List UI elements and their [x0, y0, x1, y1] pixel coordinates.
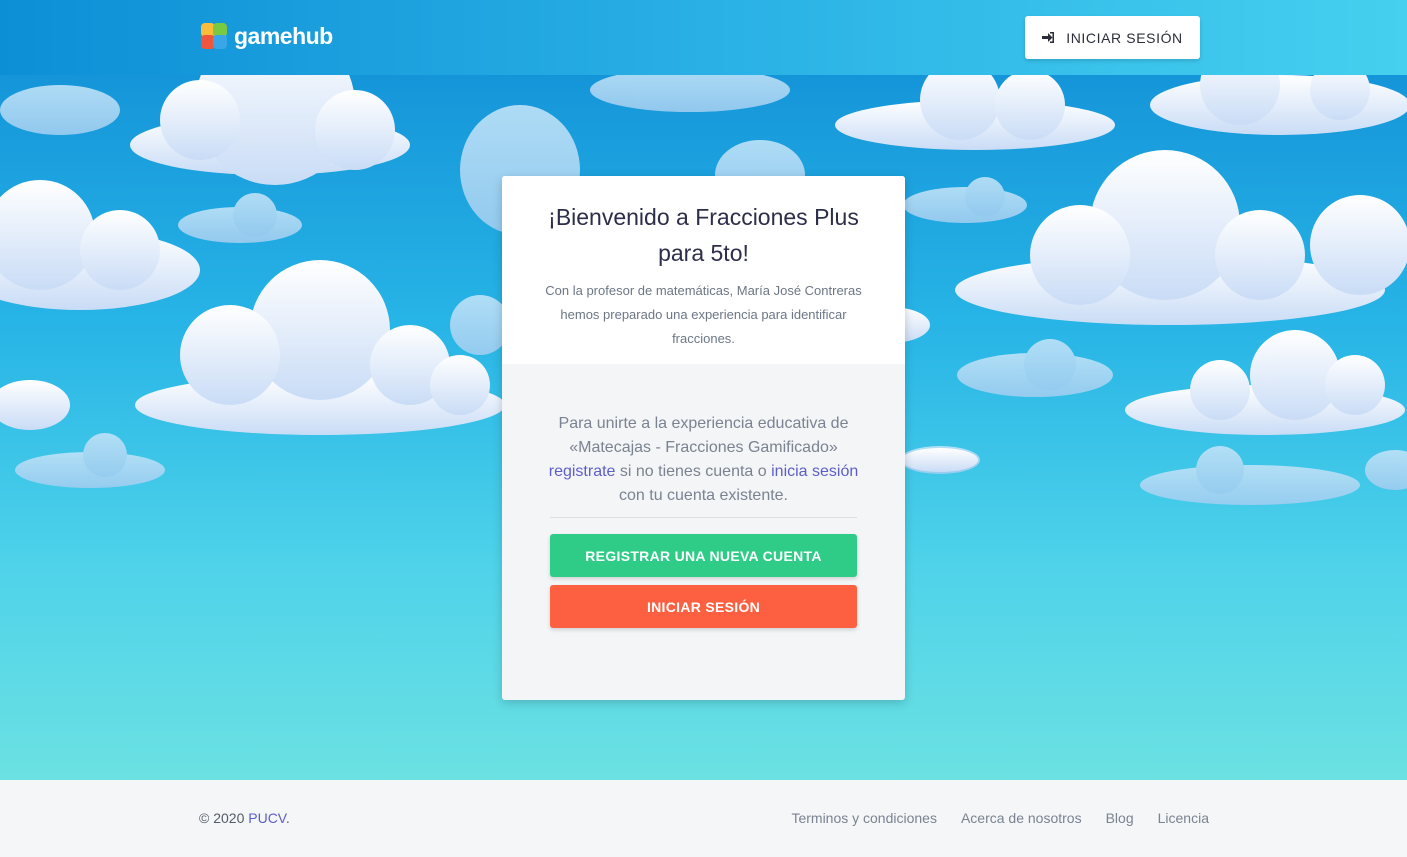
- login-button[interactable]: INICIAR SESIÓN: [550, 585, 857, 628]
- card-body: Para unirte a la experiencia educativa d…: [502, 364, 905, 628]
- gamehub-logo-icon: [199, 21, 229, 51]
- footer-link-terms[interactable]: Terminos y condiciones: [791, 810, 937, 826]
- footer-link-about[interactable]: Acerca de nosotros: [961, 810, 1082, 826]
- brand-name: gamehub: [234, 22, 333, 49]
- card-header: ¡Bienvenido a Fracciones Plus para 5to! …: [502, 176, 905, 364]
- login-link[interactable]: inicia sesión: [771, 463, 858, 480]
- footer-link-blog[interactable]: Blog: [1106, 810, 1134, 826]
- welcome-card: ¡Bienvenido a Fracciones Plus para 5to! …: [502, 176, 905, 700]
- pucv-link[interactable]: PUCV: [248, 810, 286, 826]
- header-login-label: INICIAR SESIÓN: [1066, 29, 1183, 46]
- copyright-text: © 2020: [199, 810, 245, 826]
- footer: © 2020 PUCV. Terminos y condiciones Acer…: [0, 780, 1407, 857]
- register-link[interactable]: registrate: [549, 463, 616, 480]
- copyright-period: .: [285, 810, 290, 826]
- footer-nav: Terminos y condiciones Acerca de nosotro…: [791, 810, 1209, 826]
- gamehub-logo[interactable]: gamehub: [199, 20, 333, 52]
- header-login-button[interactable]: INICIAR SESIÓN: [1025, 16, 1200, 59]
- divider: [550, 517, 857, 518]
- card-title: ¡Bienvenido a Fracciones Plus para 5to!: [548, 204, 859, 266]
- join-text-middle: si no tienes cuenta o: [619, 463, 767, 480]
- join-text-start: Para unirte a la experiencia educativa d…: [558, 415, 849, 456]
- copyright: © 2020 PUCV.: [199, 810, 290, 826]
- footer-link-license[interactable]: Licencia: [1158, 810, 1209, 826]
- header: gamehub INICIAR SESIÓN: [0, 0, 1407, 75]
- join-instructions: Para unirte a la experiencia educativa d…: [544, 412, 864, 508]
- card-subtitle: Con la profesor de matemáticas, María Jo…: [545, 283, 862, 346]
- join-text-end: con tu cuenta existente.: [619, 487, 788, 504]
- sign-in-icon: [1042, 32, 1055, 43]
- register-button[interactable]: REGISTRAR UNA NUEVA CUENTA: [550, 534, 857, 577]
